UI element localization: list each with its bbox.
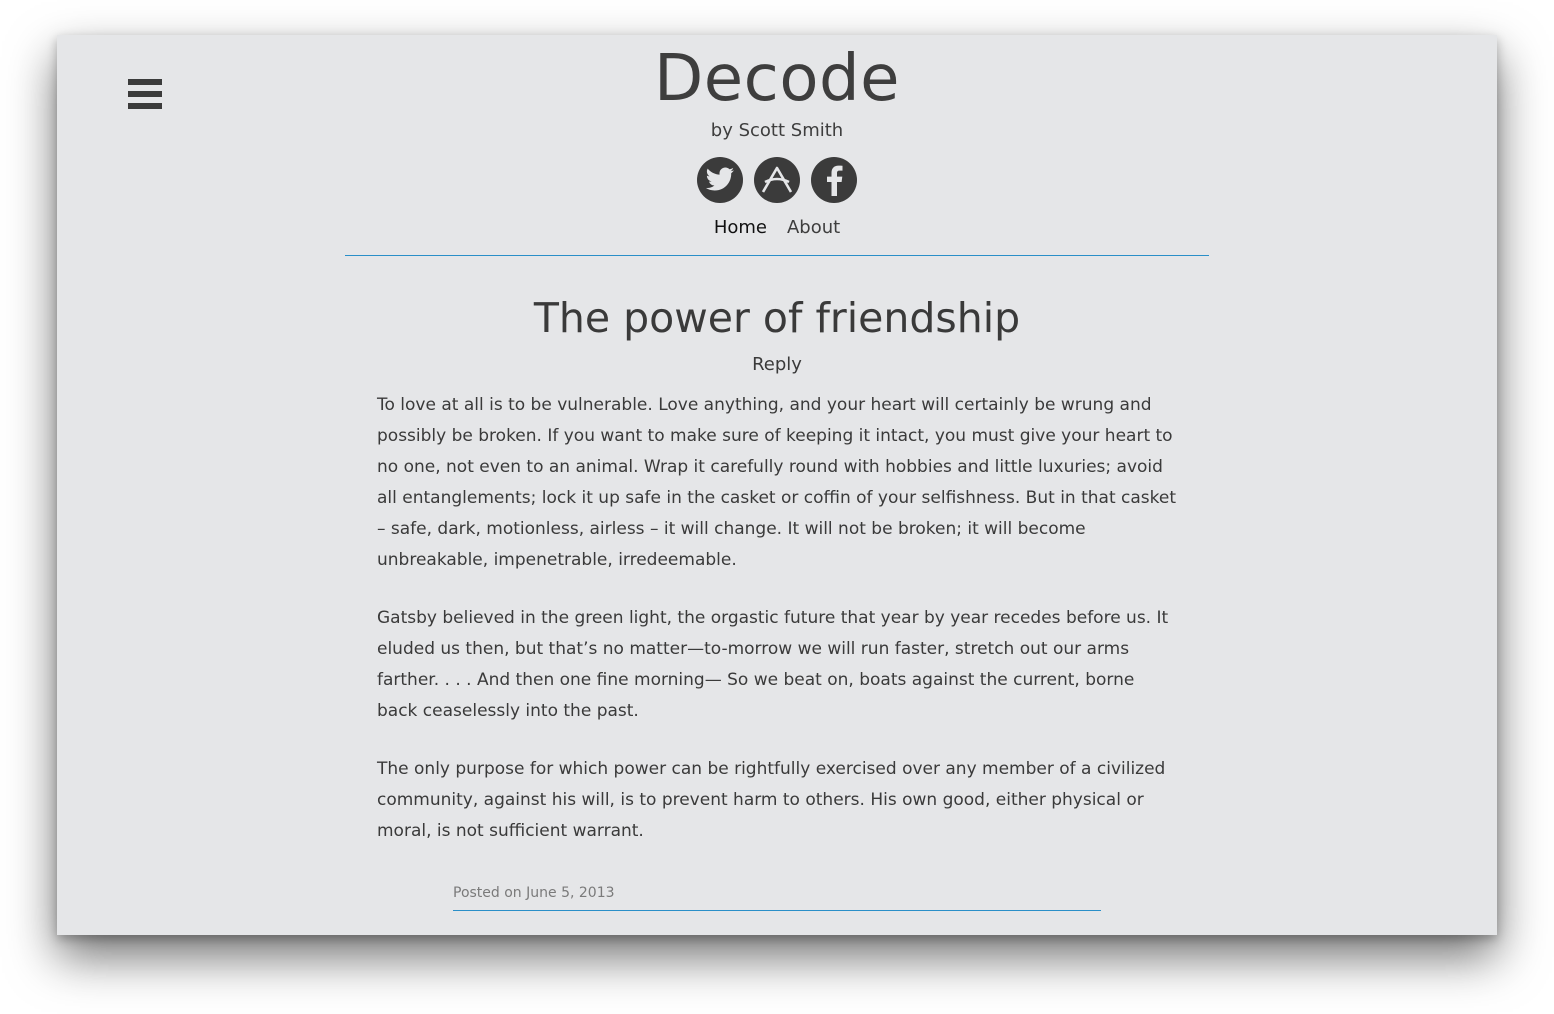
main-nav: Home About [345, 216, 1209, 240]
post-paragraph: The only purpose for which power can be … [377, 759, 1166, 841]
twitter-icon[interactable] [697, 157, 743, 203]
site-header: Decode by Scott Smith Home About [345, 35, 1209, 256]
site-byline: by Scott Smith [710, 120, 844, 141]
hamburger-menu-icon[interactable] [128, 79, 162, 109]
nav-item-home[interactable]: Home [714, 216, 767, 240]
menu-bar [128, 91, 162, 97]
social-links [345, 157, 1209, 203]
post-paragraph: To love at all is to be vulnerable. Love… [377, 395, 1176, 570]
facebook-icon[interactable] [811, 157, 857, 203]
reply-link[interactable]: Reply [377, 353, 1177, 377]
browser-window: Decode by Scott Smith Home About The pow… [57, 35, 1497, 935]
facebook-f-glyph [827, 165, 843, 196]
post-meta: Posted on June 5, 2013 [453, 883, 1101, 911]
post-body: To love at all is to be vulnerable. Love… [377, 390, 1177, 847]
post-article: The power of friendship Reply To love at… [377, 290, 1177, 874]
app-net-glyph [761, 166, 793, 193]
twitter-bird-glyph [705, 167, 734, 191]
post-paragraph: Gatsby believed in the green light, the … [377, 608, 1169, 721]
nav-item-about[interactable]: About [787, 216, 840, 240]
app-net-icon[interactable] [754, 157, 800, 203]
menu-bar [128, 79, 162, 85]
post-title[interactable]: The power of friendship [377, 290, 1177, 346]
menu-bar [128, 103, 162, 109]
site-title[interactable]: Decode [345, 43, 1209, 115]
